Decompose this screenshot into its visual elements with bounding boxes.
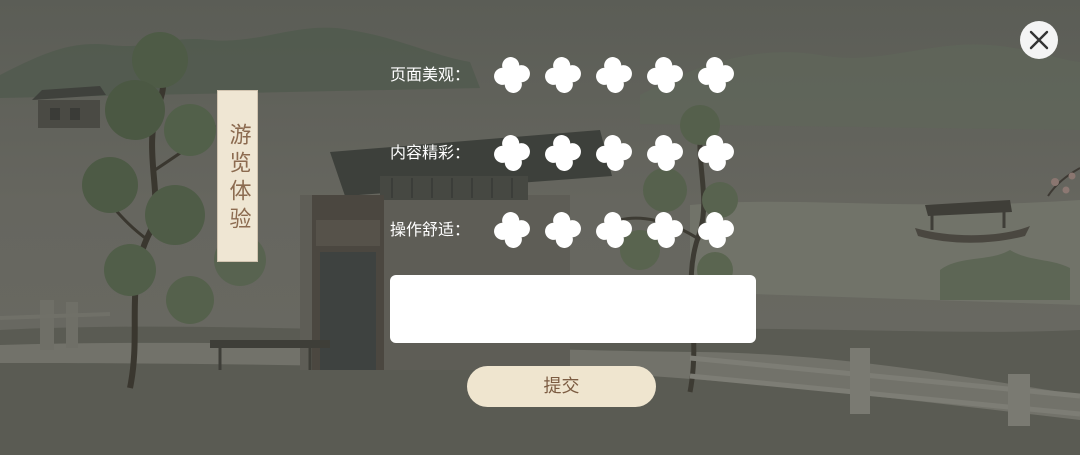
- flower-icon[interactable]: [646, 56, 684, 94]
- close-button[interactable]: [1020, 21, 1058, 59]
- flower-icon[interactable]: [697, 56, 735, 94]
- submit-button[interactable]: 提交: [467, 366, 656, 407]
- rating-icons: [493, 211, 735, 249]
- rating-label: 内容精彩：: [390, 143, 471, 162]
- feedback-dialog: 游览体验 页面美观： 内容精彩： 操作舒适： 提交: [0, 0, 1080, 455]
- flower-icon[interactable]: [595, 56, 633, 94]
- flower-icon[interactable]: [595, 211, 633, 249]
- rating-icons: [493, 56, 735, 94]
- close-icon: [1029, 30, 1049, 50]
- flower-icon[interactable]: [595, 134, 633, 172]
- comment-input[interactable]: [390, 275, 756, 343]
- flower-icon[interactable]: [544, 134, 582, 172]
- screen: 游览体验 页面美观： 内容精彩： 操作舒适： 提交: [0, 0, 1080, 455]
- flower-icon[interactable]: [697, 134, 735, 172]
- rating-label: 操作舒适：: [390, 220, 471, 239]
- flower-icon[interactable]: [646, 211, 684, 249]
- flower-icon[interactable]: [544, 56, 582, 94]
- flower-icon[interactable]: [493, 211, 531, 249]
- flower-icon[interactable]: [544, 211, 582, 249]
- rating-label: 页面美观：: [390, 65, 471, 84]
- dialog-title: 游览体验: [225, 123, 251, 235]
- flower-icon[interactable]: [697, 211, 735, 249]
- flower-icon[interactable]: [646, 134, 684, 172]
- flower-icon[interactable]: [493, 56, 531, 94]
- flower-icon[interactable]: [493, 134, 531, 172]
- rating-row-appearance: 页面美观：: [390, 55, 735, 95]
- title-panel: 游览体验: [217, 90, 258, 262]
- rating-row-content: 内容精彩：: [390, 133, 735, 173]
- rating-row-usability: 操作舒适：: [390, 210, 735, 250]
- rating-icons: [493, 134, 735, 172]
